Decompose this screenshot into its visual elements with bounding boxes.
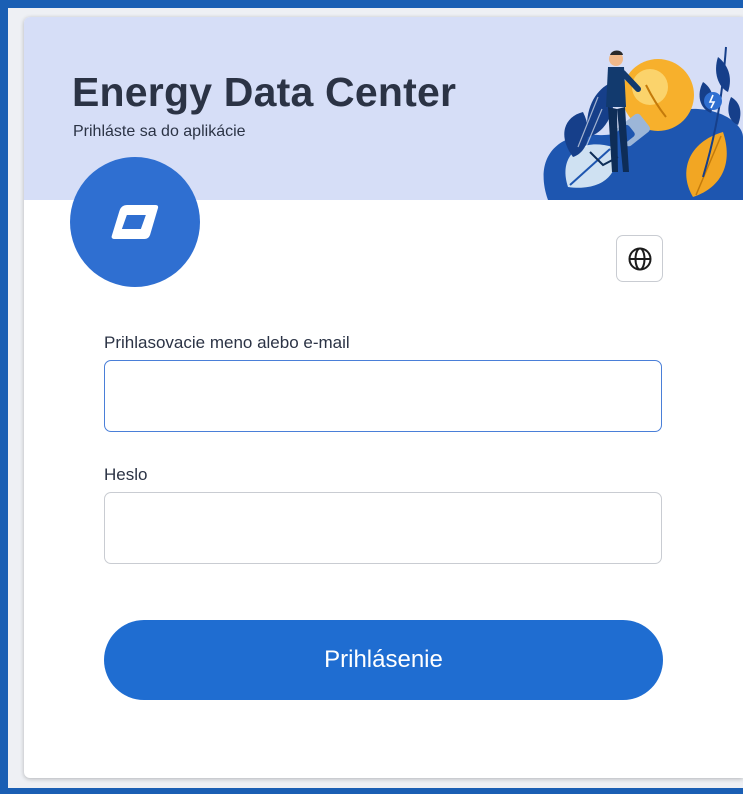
username-input[interactable]	[104, 360, 662, 432]
login-card: Energy Data Center Prihláste sa do aplik…	[24, 17, 743, 778]
login-button[interactable]: Prihlásenie	[104, 620, 663, 700]
username-label: Prihlasovacie meno alebo e-mail	[104, 333, 350, 352]
lightbulb-illustration	[543, 46, 743, 200]
globe-icon	[628, 247, 651, 270]
brand-logo-icon	[111, 205, 159, 239]
password-label: Heslo	[104, 465, 148, 484]
app-title: Energy Data Center	[72, 69, 457, 115]
language-button[interactable]	[616, 235, 663, 282]
brand-logo	[70, 157, 200, 287]
password-input[interactable]	[104, 492, 662, 564]
app-subtitle: Prihláste sa do aplikácie	[73, 123, 246, 140]
